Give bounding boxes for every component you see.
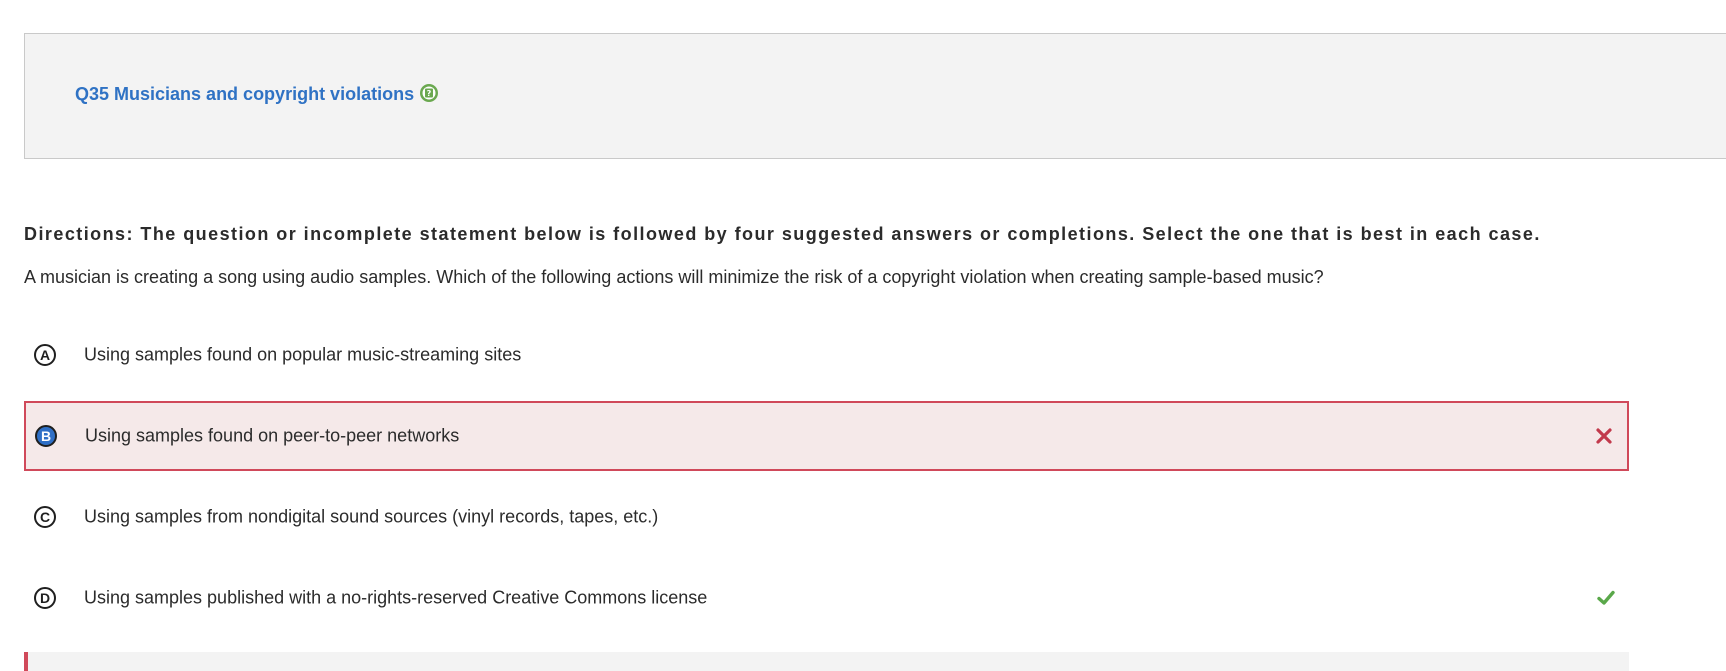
- option-text-c: Using samples from nondigital sound sour…: [84, 506, 659, 527]
- question-stem: A musician is creating a song using audi…: [24, 267, 1324, 287]
- option-text-d: Using samples published with a no-rights…: [84, 587, 708, 608]
- question-page: Q35 Musicians and copyright violations ?…: [0, 0, 1726, 671]
- check-icon: [1595, 587, 1617, 609]
- question-title-link[interactable]: Q35 Musicians and copyright violations: [75, 84, 414, 105]
- option-letter-d: D: [34, 587, 56, 609]
- svg-text:?: ?: [427, 89, 432, 98]
- directions-text: Directions: The question or incomplete s…: [24, 224, 1541, 244]
- cross-icon: [1593, 425, 1615, 447]
- answer-option-c[interactable]: C Using samples from nondigital sound so…: [24, 482, 1629, 552]
- option-text-a: Using samples found on popular music-str…: [84, 344, 522, 365]
- question-help-icon[interactable]: ?: [419, 83, 439, 103]
- option-letter-a: A: [34, 344, 56, 366]
- answer-option-d[interactable]: D Using samples published with a no-righ…: [24, 563, 1629, 633]
- feedback-panel: [24, 652, 1629, 671]
- option-letter-b: B: [35, 425, 57, 447]
- option-text-b: Using samples found on peer-to-peer netw…: [85, 425, 460, 446]
- answer-option-b[interactable]: B Using samples found on peer-to-peer ne…: [24, 401, 1629, 471]
- answer-option-a[interactable]: A Using samples found on popular music-s…: [24, 320, 1629, 390]
- question-header: Q35 Musicians and copyright violations ?: [24, 33, 1726, 159]
- option-letter-c: C: [34, 506, 56, 528]
